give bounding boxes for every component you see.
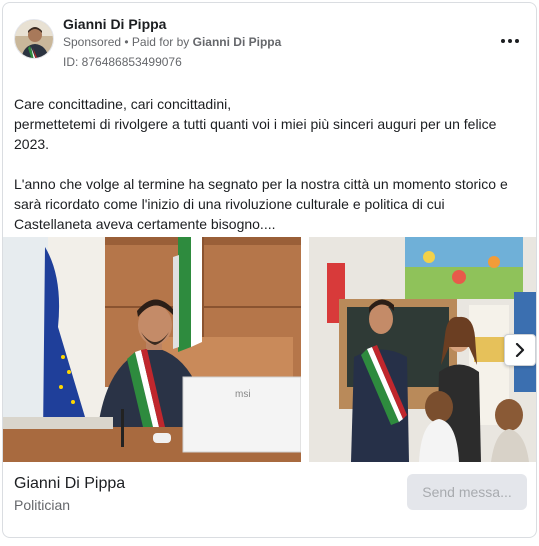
more-dot xyxy=(508,39,512,43)
ad-card: Gianni Di Pippa Sponsored • Paid for by … xyxy=(2,2,537,538)
post-paragraph: L'anno che volge al termine ha segnato p… xyxy=(14,176,508,232)
sponsored-label: Sponsored xyxy=(63,35,122,49)
image-carousel: msi xyxy=(3,237,536,462)
footer-category: Politician xyxy=(14,497,71,513)
more-dot xyxy=(501,39,505,43)
sponsored-line: Sponsored • Paid for by Gianni Di Pippa xyxy=(63,35,281,49)
paid-for-name[interactable]: Gianni Di Pippa xyxy=(193,35,282,49)
ad-id: ID: 876486853499076 xyxy=(63,55,182,69)
carousel-image-office[interactable]: msi xyxy=(3,237,301,462)
carousel-image-classroom[interactable] xyxy=(309,237,536,462)
post-body: Care concittadine, cari concittadini, pe… xyxy=(14,94,524,234)
paid-for-prefix: • Paid for by xyxy=(121,35,193,49)
post-footer: Gianni Di Pippa Politician Send messa... xyxy=(3,462,536,537)
page-name[interactable]: Gianni Di Pippa xyxy=(63,16,166,32)
more-icon[interactable] xyxy=(498,31,522,51)
footer-page-name[interactable]: Gianni Di Pippa xyxy=(14,475,125,493)
send-message-button[interactable]: Send messa... xyxy=(407,474,527,510)
post-header: Gianni Di Pippa Sponsored • Paid for by … xyxy=(3,3,536,83)
avatar[interactable] xyxy=(14,19,54,59)
chevron-right-icon[interactable] xyxy=(504,334,536,366)
post-line: permettetemi di rivolgere a tutti quanti… xyxy=(14,116,497,152)
post-line: Care concittadine, cari concittadini, xyxy=(14,96,232,112)
more-dot xyxy=(515,39,519,43)
monitor-brand: msi xyxy=(235,389,251,400)
